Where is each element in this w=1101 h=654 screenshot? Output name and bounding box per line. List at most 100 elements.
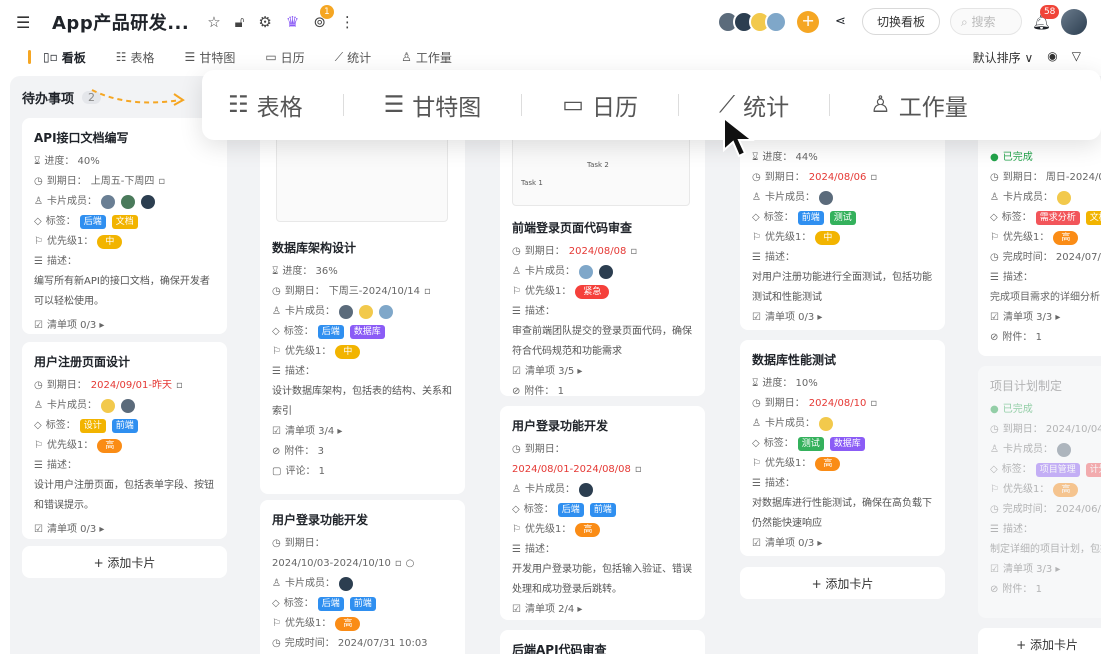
task-card-db-perf-test[interactable]: 数据库性能测试 ⌛︎ 进度： 10% ◷ 到期日： 2024/08/10 ▫ ♙ 卡片成员… [740,340,945,556]
star-icon[interactable]: ☆ [207,13,220,31]
avatar [1056,443,1071,457]
calendar-small-icon: ▫ [630,246,638,257]
task-card-login-dev-a[interactable]: 用户登录功能开发 ◷ 到期日： 2024/10/03-2024/10/10 ▫ ○ ♙… [260,500,465,654]
tab-board[interactable]: ▯▫ 看板 [28,49,86,66]
member-avatars[interactable] [717,10,788,33]
tab-table[interactable]: ☷ 表格 [116,49,155,66]
bell-icon[interactable]: 🔔︎ 58 [1032,4,1060,31]
priority-badge: 高 [1053,231,1079,245]
switch-board-button[interactable]: 切换看板 [861,8,940,35]
checklist-icon: ☑ [512,366,521,377]
card-description: 设计用户注册页面，包括表单字段、按钮和错误提示。 [34,480,214,511]
checklist-toggle[interactable]: 清单项 3/3 ▸ [1003,560,1060,580]
checklist-toggle[interactable]: 清单项 3/3 ▸ [1003,308,1060,328]
checklist-toggle[interactable]: 清单项 3/5 ▸ [525,362,582,382]
priority-badge: 高 [335,617,361,631]
tab-calendar[interactable]: ▭ 日历 [265,49,304,66]
tab-workload[interactable]: ♙ 工作量 [401,49,452,66]
tag: 设计 [79,419,106,433]
clock-icon: ◷ [990,504,999,515]
tag: 前端 [349,597,376,611]
task-card-api-docs[interactable]: API接口文档编写 ⌛︎ 进度： 40% ◷ 到期日： 上周五-下周四 ▫ ♙ 卡片成员：… [22,118,227,334]
tab-gantt[interactable]: ☰ 甘特图 [185,49,236,66]
tab-stats[interactable]: ⟋ 统计 [335,49,371,66]
task-card-db-schema[interactable]: 数据库架构设计 ⌛︎ 进度： 36% ◷ 到期日： 下周三-2024/10/14 ▫ ♙… [260,128,465,494]
checklist-toggle[interactable]: 清单项 0/3 ▸ [765,308,822,328]
popup-tab-table[interactable]: ☷ 表格 [228,88,303,122]
hamburger-menu-icon[interactable]: ☰ [16,13,40,32]
avatar [120,399,135,413]
divider [677,94,679,116]
paperclip-icon: ⊘ [512,386,521,397]
eye-icon[interactable]: ◉ [1047,49,1057,66]
checklist-toggle[interactable]: 清单项 0/3 ▸ [47,316,104,336]
add-member-button[interactable]: + [797,10,820,33]
tag: 后端 [79,215,106,229]
add-card-button[interactable]: + 添加卡片 [22,546,227,578]
flag-icon: ⚐ [34,236,43,247]
sort-dropdown[interactable]: 默认排序 ∨ [973,49,1034,66]
filter-icon[interactable]: ▽ [1072,49,1081,66]
task-card-requirements[interactable]: ●已完成 ◷到期日： 周日-2024/09 ♙卡片成员： ◇标签：需求分析文档 … [978,128,1101,356]
tag: 测试 [797,437,824,451]
checklist-toggle[interactable]: 清单项 2/4 ▸ [525,600,582,620]
tag: 后端 [317,325,344,339]
mouse-cursor-icon [723,116,755,158]
desc-icon: ☰ [990,272,999,283]
notice-badge: 1 [319,5,334,19]
desc-icon: ☰ [752,252,761,263]
task-card-login-dev-b[interactable]: 用户登录功能开发 ◷ 到期日： 2024/08/01-2024/08/08 ▫ ♙ 卡… [500,406,705,620]
avatar [818,191,833,205]
top-bar: ☰ App产品研发... ☆ 🔓︎ ⚙︎ ♛ ⊚ 1 ⋮ + ⋖ 切换看板 ⌕ 搜… [0,0,1101,44]
checklist-toggle[interactable]: 清单项 0/3 ▸ [47,520,104,540]
list-icon: ☷ [115,50,127,64]
settings-sliders-icon[interactable]: ⚙︎ [258,13,271,31]
popup-tab-workload[interactable]: ♙ 工作量 [870,88,968,122]
person-icon: ♙ [752,192,761,203]
check-circle-icon: ● [990,404,999,415]
calendar-small-icon: ▫ [175,380,183,391]
add-card-button[interactable]: + 添加卡片 [740,567,945,599]
desc-icon: ☰ [990,524,999,535]
checklist-toggle[interactable]: 清单项 0/3 ▸ [765,534,822,554]
tag: 文档 [111,215,138,229]
add-card-button[interactable]: + 添加卡片 [978,628,1101,654]
task-card-project-plan[interactable]: 项目计划制定 ● 已完成 ◷ 到期日： 2024/10/04- ♙ 卡片成员： ◇ 标签… [978,366,1101,618]
share-icon[interactable]: ⋖ [835,14,846,29]
priority-badge: 高 [1053,483,1079,497]
calendar-small-icon: ▫ [394,558,402,569]
robot-icon[interactable]: ⊚ 1 [313,5,334,31]
theme-icon[interactable]: ♛ [286,13,299,31]
checklist-icon: ☑ [34,320,43,331]
avatar [140,195,155,209]
task-card-backend-review[interactable]: 后端API代码审查 [500,630,705,654]
priority-badge: 紧急 [575,285,610,299]
card-cover-image: Task 1 Task 2 [512,134,690,206]
task-card-register-test[interactable]: ⌛︎ 进度： 44% ◷ 到期日： 2024/08/06 ▫ ♙ 卡片成员： ◇ 标签： 前端… [740,128,945,330]
divider [342,94,344,116]
desc-icon: ☰ [272,366,281,377]
task-card-register-design[interactable]: 用户注册页面设计 ◷ 到期日： 2024/09/01-昨天 ▫ ♙ 卡片成员： ◇ 标签：… [22,342,227,539]
clock-icon: ◷ [990,172,999,183]
clock-icon: ◷ [512,444,521,455]
checklist-toggle[interactable]: 清单项 3/4 ▸ [285,422,342,442]
search-input[interactable]: ⌕ 搜索 [949,8,1022,35]
lock-icon[interactable]: 🔓︎ [235,13,245,31]
popup-tab-calendar[interactable]: ▭ 日历 [562,88,638,122]
project-title[interactable]: App产品研发... [52,9,189,35]
user-avatar[interactable] [1061,8,1087,35]
card-description: 完成项目需求的详细分析， [990,292,1101,303]
workload-icon: ♙ [401,50,412,64]
checklist-icon: ☑ [990,564,999,575]
gantt-icon: ☰ [184,50,196,64]
task-card-code-review[interactable]: Task 1 Task 2 前端登录页面代码审查 ◷ 到期日： 2024/08/08… [500,128,705,397]
check-circle-icon: ● [990,152,999,163]
gantt-icon: ☰ [383,92,405,118]
more-icon[interactable]: ⋮ [340,13,355,31]
tag-icon: ◇ [990,464,998,475]
flag-icon: ⚐ [272,618,281,629]
hourglass-icon: ⌛︎ [34,156,41,167]
priority-badge: 高 [97,439,123,453]
person-icon: ♙ [752,418,761,429]
popup-tab-gantt[interactable]: ☰ 甘特图 [384,88,482,122]
